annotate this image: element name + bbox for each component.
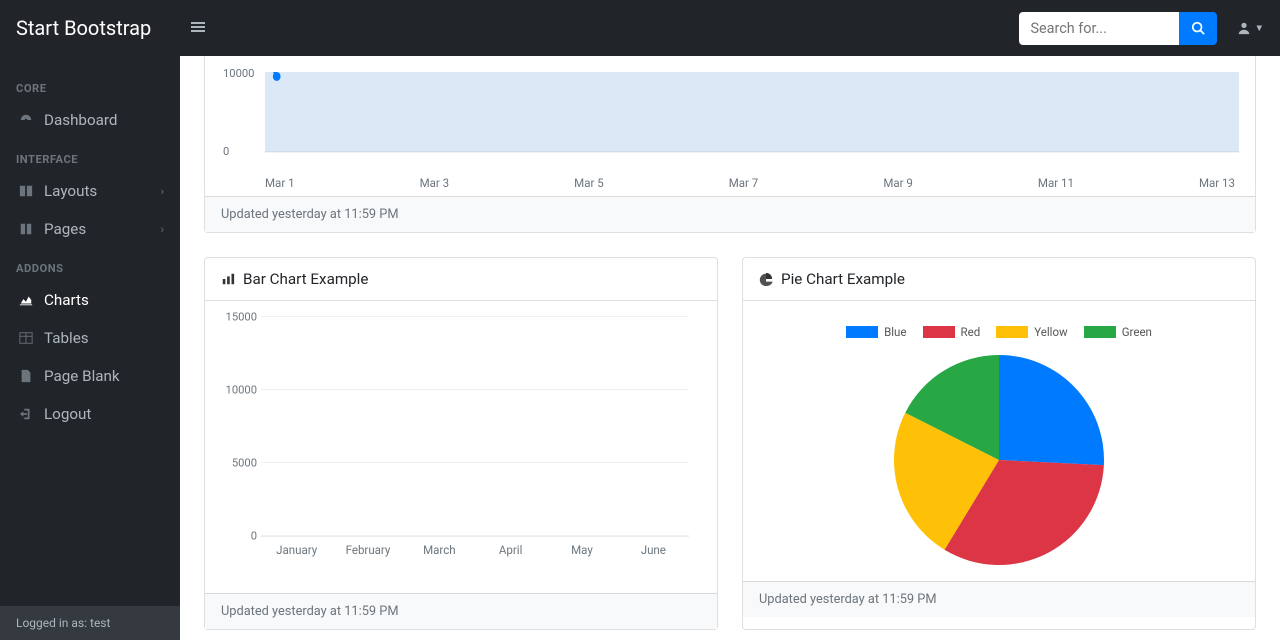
legend-label: Green xyxy=(1122,325,1152,339)
columns-icon xyxy=(16,184,36,198)
card-title: Pie Chart Example xyxy=(781,270,905,288)
y-tick: 0 xyxy=(221,530,257,543)
sidebar-item-label: Dashboard xyxy=(44,111,117,129)
pie-card-footer: Updated yesterday at 11:59 PM xyxy=(743,581,1255,617)
x-tick: Mar 7 xyxy=(729,176,759,190)
sidebar-item-label: Layouts xyxy=(44,182,97,200)
logout-icon xyxy=(16,407,36,421)
legend-item: Red xyxy=(923,325,981,339)
bar-chart-card: Bar Chart Example 0 5000 10000 15000 Jan… xyxy=(204,257,718,630)
nav-heading-interface: INTERFACE xyxy=(0,139,180,172)
x-tick: May xyxy=(546,537,617,557)
sidebar-item-tables[interactable]: Tables xyxy=(0,319,180,357)
legend-swatch xyxy=(1084,326,1116,338)
x-tick: February xyxy=(332,537,403,557)
sidebar-item-label: Charts xyxy=(44,291,89,309)
brand[interactable]: Start Bootstrap xyxy=(16,16,151,40)
sidebar-toggle-button[interactable] xyxy=(191,19,205,38)
x-tick: Mar 3 xyxy=(420,176,450,190)
pie-slice xyxy=(999,355,1104,465)
pie-chart-card: Pie Chart Example Blue Red Yellow Green Upd… xyxy=(742,257,1256,630)
area-card-footer: Updated yesterday at 11:59 PM xyxy=(205,196,1255,232)
file-icon xyxy=(16,369,36,383)
sidebar-item-page-blank[interactable]: Page Blank xyxy=(0,357,180,395)
bar-card-footer: Updated yesterday at 11:59 PM xyxy=(205,593,717,629)
search-input[interactable] xyxy=(1019,12,1179,45)
x-tick: Mar 11 xyxy=(1038,176,1074,190)
sidenav-scroll: CORE Dashboard INTERFACE Layouts › Pages… xyxy=(0,56,180,606)
legend-swatch xyxy=(996,326,1028,338)
bars-icon xyxy=(191,20,205,34)
nav-heading-addons: ADDONS xyxy=(0,248,180,281)
caret-down-icon: ▼ xyxy=(1255,23,1265,34)
chevron-right-icon: › xyxy=(161,185,164,198)
bar-card-header: Bar Chart Example xyxy=(205,258,717,301)
sidebar-item-charts[interactable]: Charts xyxy=(0,281,180,319)
legend-label: Blue xyxy=(884,325,906,339)
sidebar-item-label: Logout xyxy=(44,405,91,423)
x-tick: January xyxy=(261,537,332,557)
user-icon xyxy=(1237,21,1251,35)
x-tick: March xyxy=(404,537,475,557)
sidebar-item-label: Tables xyxy=(44,329,89,347)
x-tick: Mar 5 xyxy=(574,176,604,190)
search-group xyxy=(1019,12,1217,45)
area-chart-card: 10000 0 Mar 1 Mar 3 Mar 5 Mar 7 Mar 9 xyxy=(204,56,1256,233)
y-tick: 10000 xyxy=(223,67,254,80)
x-tick: June xyxy=(618,537,689,557)
chart-area-icon xyxy=(16,293,36,307)
legend-item: Yellow xyxy=(996,325,1067,339)
y-tick: 15000 xyxy=(221,311,257,324)
sidebar-item-dashboard[interactable]: Dashboard xyxy=(0,101,180,139)
chart-bar-icon xyxy=(221,272,235,286)
sidenav-footer: Logged in as: test xyxy=(0,606,180,640)
nav-heading-core: CORE xyxy=(0,68,180,101)
sidenav: CORE Dashboard INTERFACE Layouts › Pages… xyxy=(0,56,180,640)
area-chart: 10000 0 xyxy=(265,72,1239,172)
legend-item: Blue xyxy=(846,325,906,339)
sidebar-item-logout[interactable]: Logout xyxy=(0,395,180,433)
sidebar-item-label: Page Blank xyxy=(44,367,120,385)
x-tick: April xyxy=(475,537,546,557)
chart-pie-icon xyxy=(759,272,773,286)
bar-chart: 0 5000 10000 15000 JanuaryFebruaryMarchA… xyxy=(221,317,701,577)
content: 10000 0 Mar 1 Mar 3 Mar 5 Mar 7 Mar 9 xyxy=(180,56,1280,640)
x-tick: Mar 1 xyxy=(265,176,295,190)
legend-swatch xyxy=(923,326,955,338)
user-menu[interactable]: ▼ xyxy=(1237,21,1265,35)
legend-item: Green xyxy=(1084,325,1152,339)
sidebar-item-pages[interactable]: Pages › xyxy=(0,210,180,248)
tachometer-icon xyxy=(16,113,36,127)
y-tick: 10000 xyxy=(221,384,257,397)
book-icon xyxy=(16,222,36,236)
y-tick: 5000 xyxy=(221,457,257,470)
area-x-axis: Mar 1 Mar 3 Mar 5 Mar 7 Mar 9 Mar 11 Mar… xyxy=(265,172,1235,190)
legend-label: Red xyxy=(961,325,981,339)
legend-label: Yellow xyxy=(1034,325,1067,339)
table-icon xyxy=(16,331,36,345)
y-tick: 0 xyxy=(223,145,229,158)
pie-card-header: Pie Chart Example xyxy=(743,258,1255,301)
search-icon xyxy=(1191,21,1205,35)
pie-legend: Blue Red Yellow Green xyxy=(846,325,1152,339)
sidebar-item-layouts[interactable]: Layouts › xyxy=(0,172,180,210)
sidebar-item-label: Pages xyxy=(44,220,86,238)
x-tick: Mar 13 xyxy=(1199,176,1235,190)
card-title: Bar Chart Example xyxy=(243,270,368,288)
legend-swatch xyxy=(846,326,878,338)
chevron-right-icon: › xyxy=(161,223,164,236)
x-tick: Mar 9 xyxy=(883,176,913,190)
topbar: Start Bootstrap ▼ xyxy=(0,0,1280,56)
search-button[interactable] xyxy=(1179,12,1217,45)
pie-chart: Blue Red Yellow Green xyxy=(759,317,1239,565)
